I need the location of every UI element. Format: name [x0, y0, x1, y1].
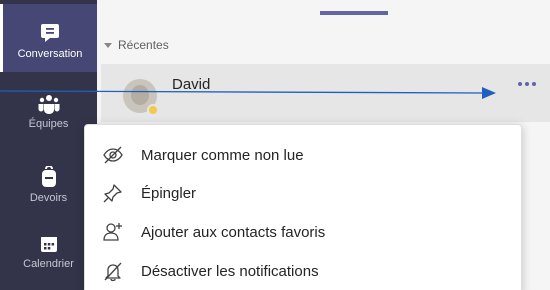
teams-icon	[38, 94, 60, 114]
chat-contact-name: David	[172, 76, 211, 93]
eye-off-icon	[102, 144, 124, 166]
bell-off-icon	[102, 260, 124, 282]
menu-label-mark-unread: Marquer comme non lue	[141, 146, 304, 164]
nav-item-calendrier[interactable]: Calendrier	[0, 230, 97, 282]
menu-item-mute-notifications[interactable]: Désactiver les notifications	[85, 252, 523, 290]
active-tab-indicator	[320, 11, 388, 15]
chat-icon	[39, 22, 61, 44]
menu-label-add-favorite: Ajouter aux contacts favoris	[141, 223, 326, 241]
nav-item-devoirs[interactable]: Devoirs	[0, 160, 97, 212]
menu-label-pin: Épingler	[141, 184, 197, 202]
chat-list-item[interactable]: David	[101, 64, 550, 122]
status-away-icon	[147, 104, 159, 116]
backpack-icon	[40, 166, 58, 188]
menu-item-mark-unread[interactable]: Marquer comme non lue	[85, 136, 523, 174]
more-options-button[interactable]	[518, 82, 536, 86]
recent-section-header[interactable]: Récentes	[104, 38, 169, 52]
nav-label-conversation: Conversation	[17, 48, 83, 60]
add-contact-icon	[102, 221, 124, 243]
section-title: Récentes	[118, 38, 169, 52]
nav-label-calendrier: Calendrier	[23, 258, 74, 270]
menu-item-add-favorite[interactable]: Ajouter aux contacts favoris	[85, 213, 523, 251]
pin-icon	[102, 182, 124, 204]
nav-item-conversation[interactable]: Conversation	[0, 4, 97, 72]
menu-item-pin[interactable]: Épingler	[85, 174, 523, 212]
caret-down-icon	[104, 38, 112, 52]
calendar-icon	[39, 234, 59, 254]
menu-label-mute-notifications: Désactiver les notifications	[141, 262, 319, 280]
left-nav-rail: Conversation Équipes Devoirs Calendrier	[0, 0, 97, 290]
nav-label-devoirs: Devoirs	[29, 192, 68, 204]
nav-item-equipes[interactable]: Équipes	[0, 88, 97, 140]
context-menu: Marquer comme non lue Épingler Ajouter a…	[84, 124, 522, 290]
nav-label-equipes: Équipes	[28, 118, 69, 130]
